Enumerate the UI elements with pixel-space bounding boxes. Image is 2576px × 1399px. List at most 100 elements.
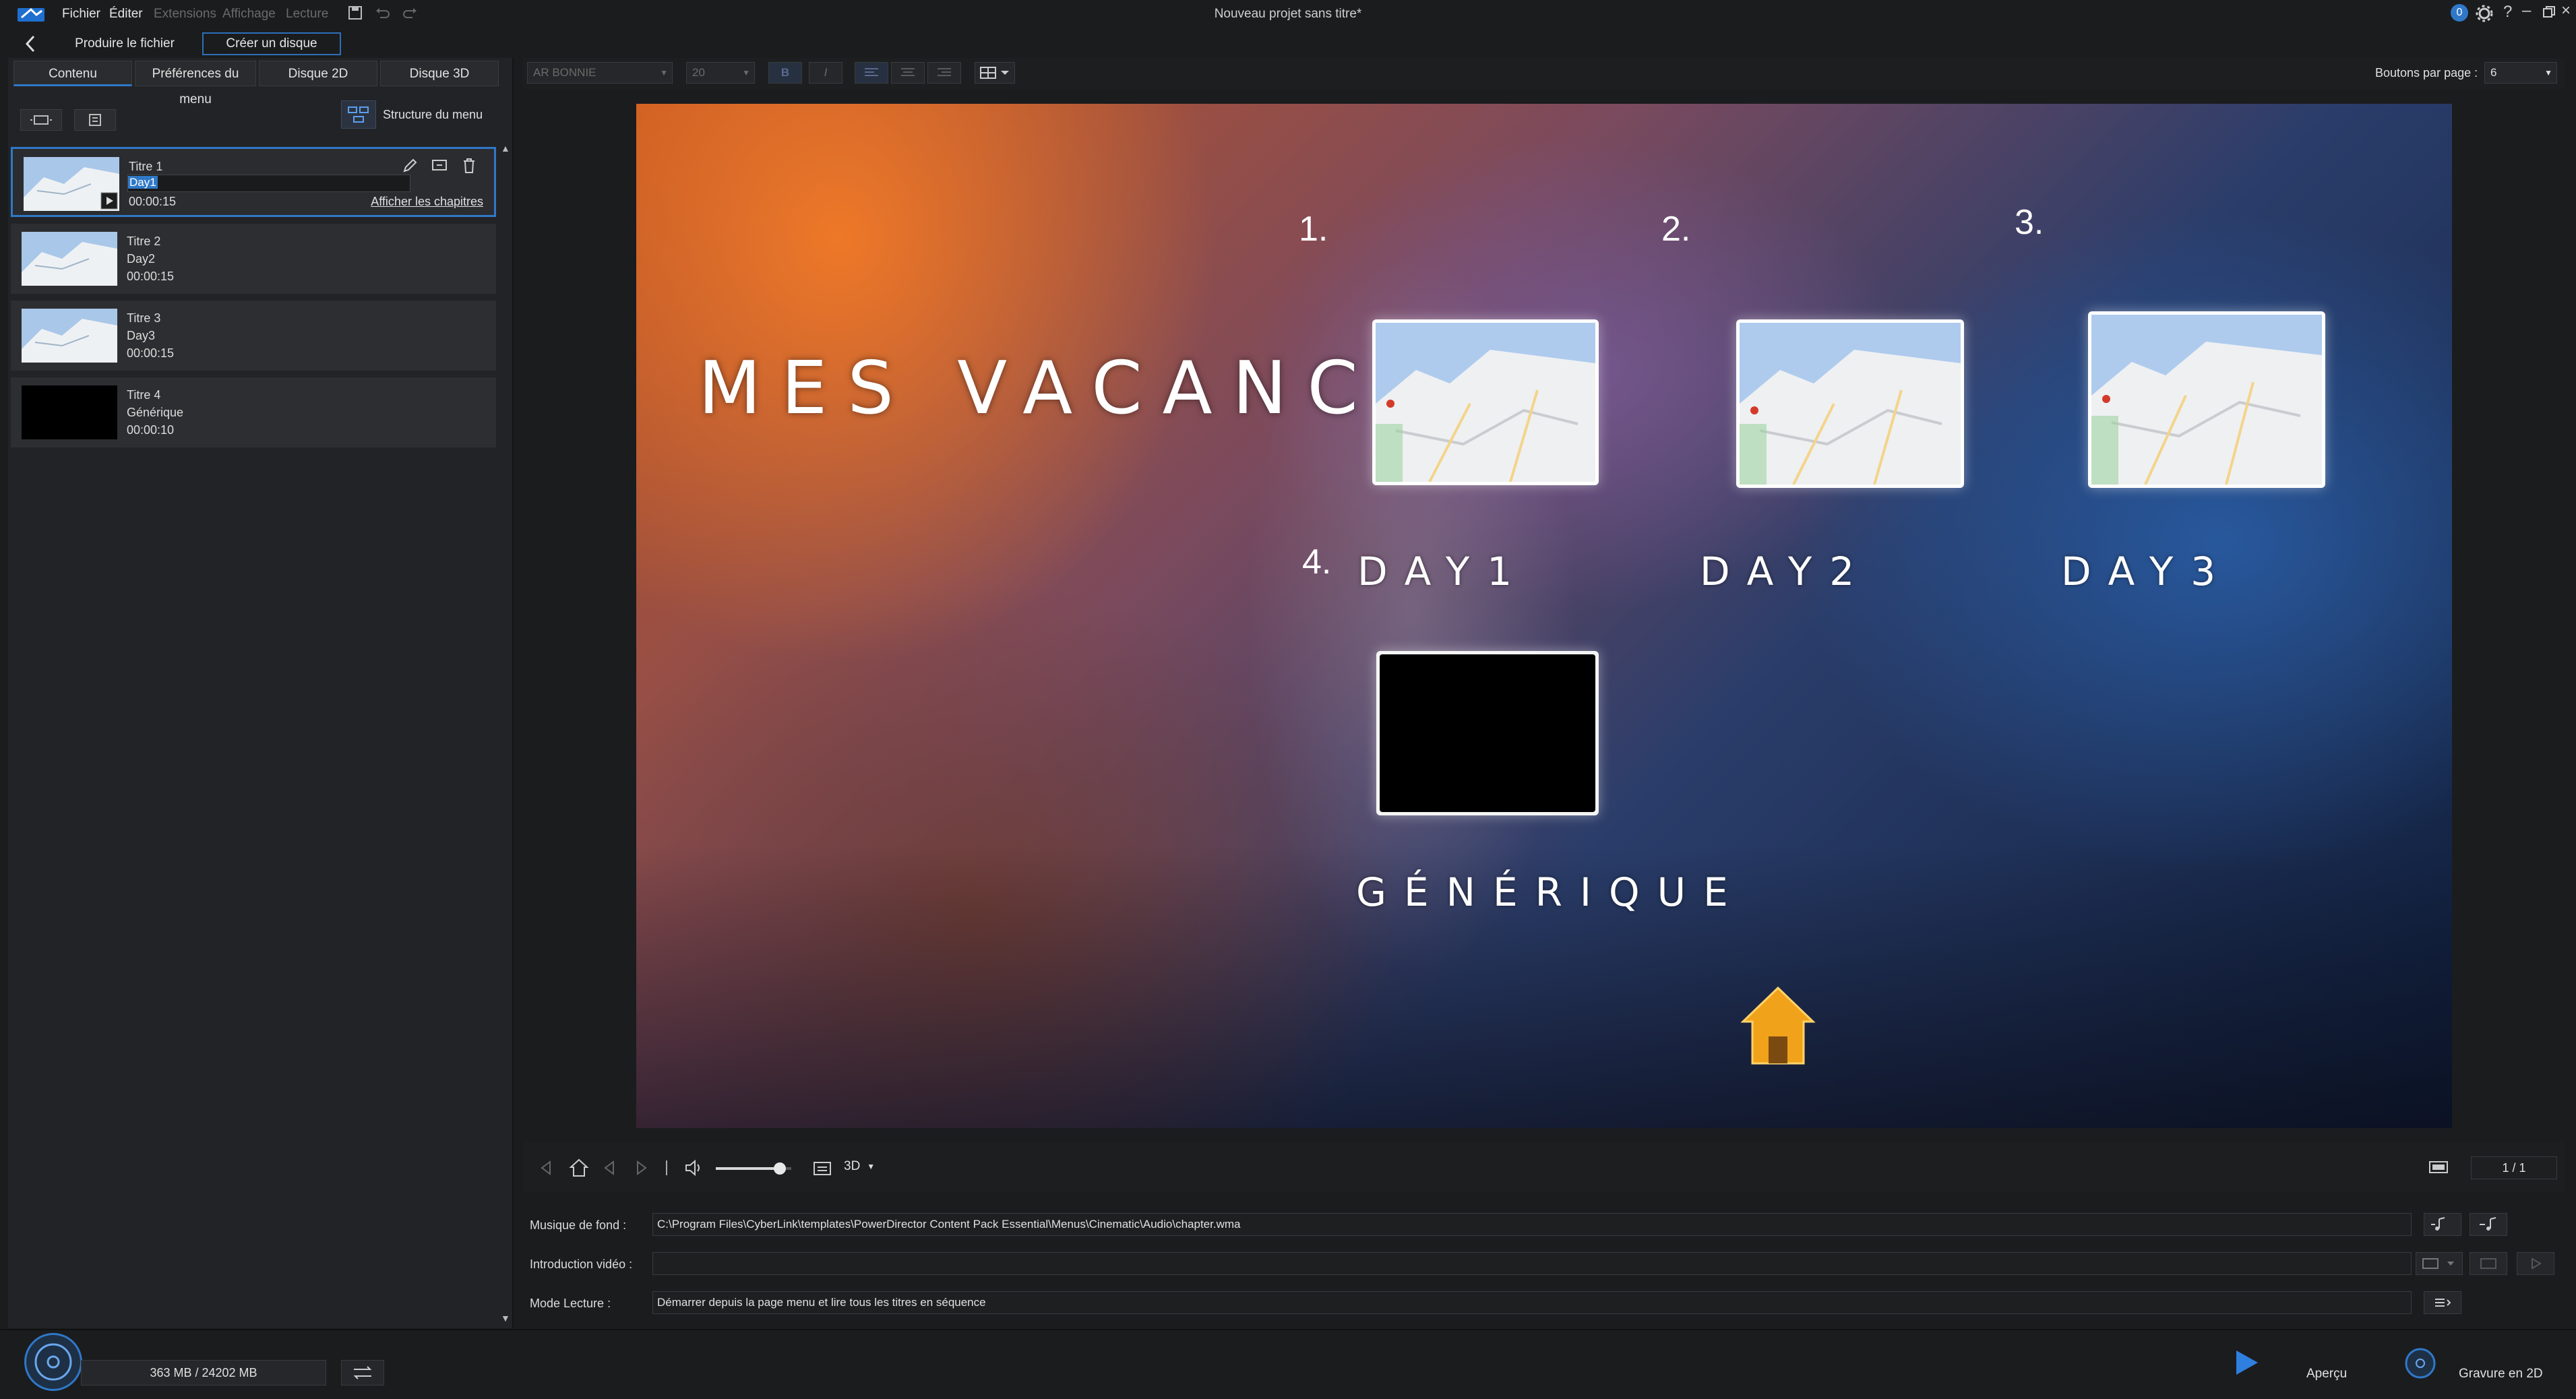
menu-structure-label: Structure du menu <box>383 107 483 121</box>
align-left-button[interactable] <box>855 62 888 84</box>
tab-disque-3d[interactable]: Disque 3D <box>380 61 499 86</box>
3d-mode-value: 3D <box>844 1159 861 1173</box>
music-path-field[interactable]: C:\Program Files\CyberLink\templates\Pow… <box>652 1213 2412 1236</box>
preview-button[interactable]: Aperçu <box>2217 1345 2386 1388</box>
produce-button[interactable]: Produire le fichier <box>74 32 175 55</box>
3d-mode-select[interactable]: 3D ▼ <box>844 1159 875 1174</box>
subtitle-icon[interactable] <box>813 1160 832 1177</box>
menu-item-number-1: 1. <box>1299 210 1328 249</box>
title-item-4[interactable]: Titre 4 Générique 00:00:10 <box>11 377 496 447</box>
intro-video-label: Introduction vidéo : <box>530 1257 633 1271</box>
separator <box>666 1160 667 1175</box>
display-icon[interactable] <box>2428 1159 2449 1177</box>
menu-structure-button[interactable]: Structure du menu <box>341 100 483 129</box>
create-disc-button[interactable]: Créer un disque <box>202 32 341 55</box>
burn-label: Gravure en 2D <box>2459 1367 2543 1381</box>
title-name: Titre 3 <box>127 311 161 325</box>
title-thumbnail <box>22 309 117 363</box>
menu-preview-canvas[interactable]: MES VACANCES 1. DAY1 2. DAY2 3. DAY3 4. … <box>636 104 2452 1128</box>
title-thumbnail <box>22 385 117 439</box>
font-select[interactable]: AR BONNIE ▼ <box>527 62 673 84</box>
disc-icon <box>24 1333 82 1391</box>
action-row <box>0 28 2576 58</box>
volume-slider[interactable] <box>716 1162 791 1175</box>
intro-video-field[interactable] <box>652 1252 2412 1275</box>
playback-mode-label: Mode Lecture : <box>530 1297 611 1310</box>
volume-icon[interactable] <box>683 1158 704 1178</box>
replace-icon[interactable] <box>431 157 448 175</box>
previous-button-icon[interactable] <box>601 1159 619 1177</box>
menu-item-number-2: 2. <box>1661 210 1691 249</box>
page-indicator: 1 / 1 <box>2471 1156 2557 1179</box>
chevron-down-icon: ▼ <box>2544 68 2552 77</box>
home-icon[interactable] <box>1739 984 1817 1067</box>
menu-item-number-3: 3. <box>2015 203 2044 242</box>
menu-structure-icon <box>341 100 376 129</box>
add-title-button[interactable] <box>20 109 62 131</box>
menu-item-label-1[interactable]: DAY1 <box>1357 549 1529 594</box>
title-thumbnail <box>22 232 117 286</box>
title-item-3[interactable]: Titre 3 Day3 00:00:15 <box>11 301 496 371</box>
play-intro-video-button[interactable] <box>2517 1252 2554 1275</box>
title-item-1[interactable]: Titre 1 Day1 00:00:15 Afficher les chapi… <box>11 147 496 217</box>
tab-contenu[interactable]: Contenu <box>13 61 132 86</box>
title-name: Titre 2 <box>127 235 161 248</box>
title-bar: Fichier Éditer Extensions Affichage Lect… <box>0 0 2576 28</box>
maximize-icon[interactable] <box>2542 5 2556 19</box>
menu-item-thumbnail-4[interactable] <box>1376 651 1599 815</box>
scroll-up-icon[interactable]: ▲ <box>501 143 510 154</box>
minimize-icon[interactable]: – <box>2522 1 2531 20</box>
remove-music-button[interactable] <box>2470 1213 2507 1236</box>
next-button-icon[interactable] <box>632 1159 650 1177</box>
burn-disc-icon <box>2403 1346 2437 1380</box>
bold-button[interactable]: B <box>768 62 802 84</box>
close-icon[interactable]: × <box>2561 1 2571 20</box>
titles-scrollbar[interactable]: ▲ ▼ <box>499 143 510 1324</box>
title-duration: 00:00:15 <box>127 270 175 283</box>
disc-usage: 363 MB / 24202 MB <box>81 1360 326 1386</box>
back-icon[interactable] <box>23 34 38 54</box>
tab-preferences-menu[interactable]: Préférences du menu <box>135 61 256 106</box>
menu-item-thumbnail-3[interactable] <box>2088 311 2325 488</box>
add-intro-video-button[interactable] <box>2416 1252 2463 1275</box>
remove-intro-video-button[interactable] <box>2470 1252 2507 1275</box>
title-item-2[interactable]: Titre 2 Day2 00:00:15 <box>11 224 496 294</box>
tab-disque-2d[interactable]: Disque 2D <box>259 61 377 86</box>
pencil-icon[interactable] <box>401 157 419 175</box>
notification-badge[interactable]: 0 <box>2451 4 2468 22</box>
play-icon[interactable] <box>100 192 118 210</box>
home-icon[interactable] <box>569 1158 589 1178</box>
disc-type-button[interactable] <box>341 1360 384 1386</box>
buttons-per-page-label: Boutons par page : <box>2375 66 2478 80</box>
burn-2d-button[interactable]: Gravure en 2D <box>2395 1345 2571 1388</box>
menu-item-label-2[interactable]: DAY2 <box>1700 549 1872 594</box>
playback-mode-field[interactable]: Démarrer depuis la page menu et lire tou… <box>652 1291 2412 1314</box>
add-chapter-button[interactable] <box>74 109 116 131</box>
buttons-per-page-select[interactable]: 6 ▼ <box>2484 62 2557 84</box>
menu-item-thumbnail-1[interactable] <box>1372 319 1599 485</box>
chevron-down-icon: ▼ <box>660 68 668 77</box>
scroll-down-icon[interactable]: ▼ <box>501 1313 510 1324</box>
play-icon <box>2232 1348 2261 1377</box>
trash-icon[interactable] <box>460 157 478 175</box>
add-music-button[interactable] <box>2424 1213 2461 1236</box>
preview-label: Aperçu <box>2306 1367 2348 1381</box>
menu-item-thumbnail-2[interactable] <box>1736 319 1964 488</box>
title-subtitle: Day3 <box>127 329 156 342</box>
show-chapters-link[interactable]: Afficher les chapitres <box>371 195 483 209</box>
font-size-select[interactable]: 20 ▼ <box>686 62 755 84</box>
align-center-button[interactable] <box>891 62 925 84</box>
chevron-down-icon: ▼ <box>867 1162 876 1171</box>
help-icon[interactable]: ? <box>2503 3 2512 22</box>
menu-item-label-4[interactable]: GÉNÉRIQUE <box>1356 869 1746 915</box>
title-subtitle: Générique <box>127 406 184 419</box>
menu-item-label-3[interactable]: DAY3 <box>2061 549 2233 594</box>
playback-mode-settings-button[interactable] <box>2424 1291 2461 1314</box>
layout-dropdown-button[interactable] <box>975 62 1015 84</box>
italic-button[interactable]: I <box>809 62 842 84</box>
previous-page-icon[interactable] <box>538 1159 555 1177</box>
buttons-per-page-value: 6 <box>2490 66 2497 79</box>
title-rename-field[interactable]: Day1 <box>127 175 410 192</box>
align-right-button[interactable] <box>927 62 961 84</box>
gear-icon[interactable] <box>2475 4 2494 23</box>
